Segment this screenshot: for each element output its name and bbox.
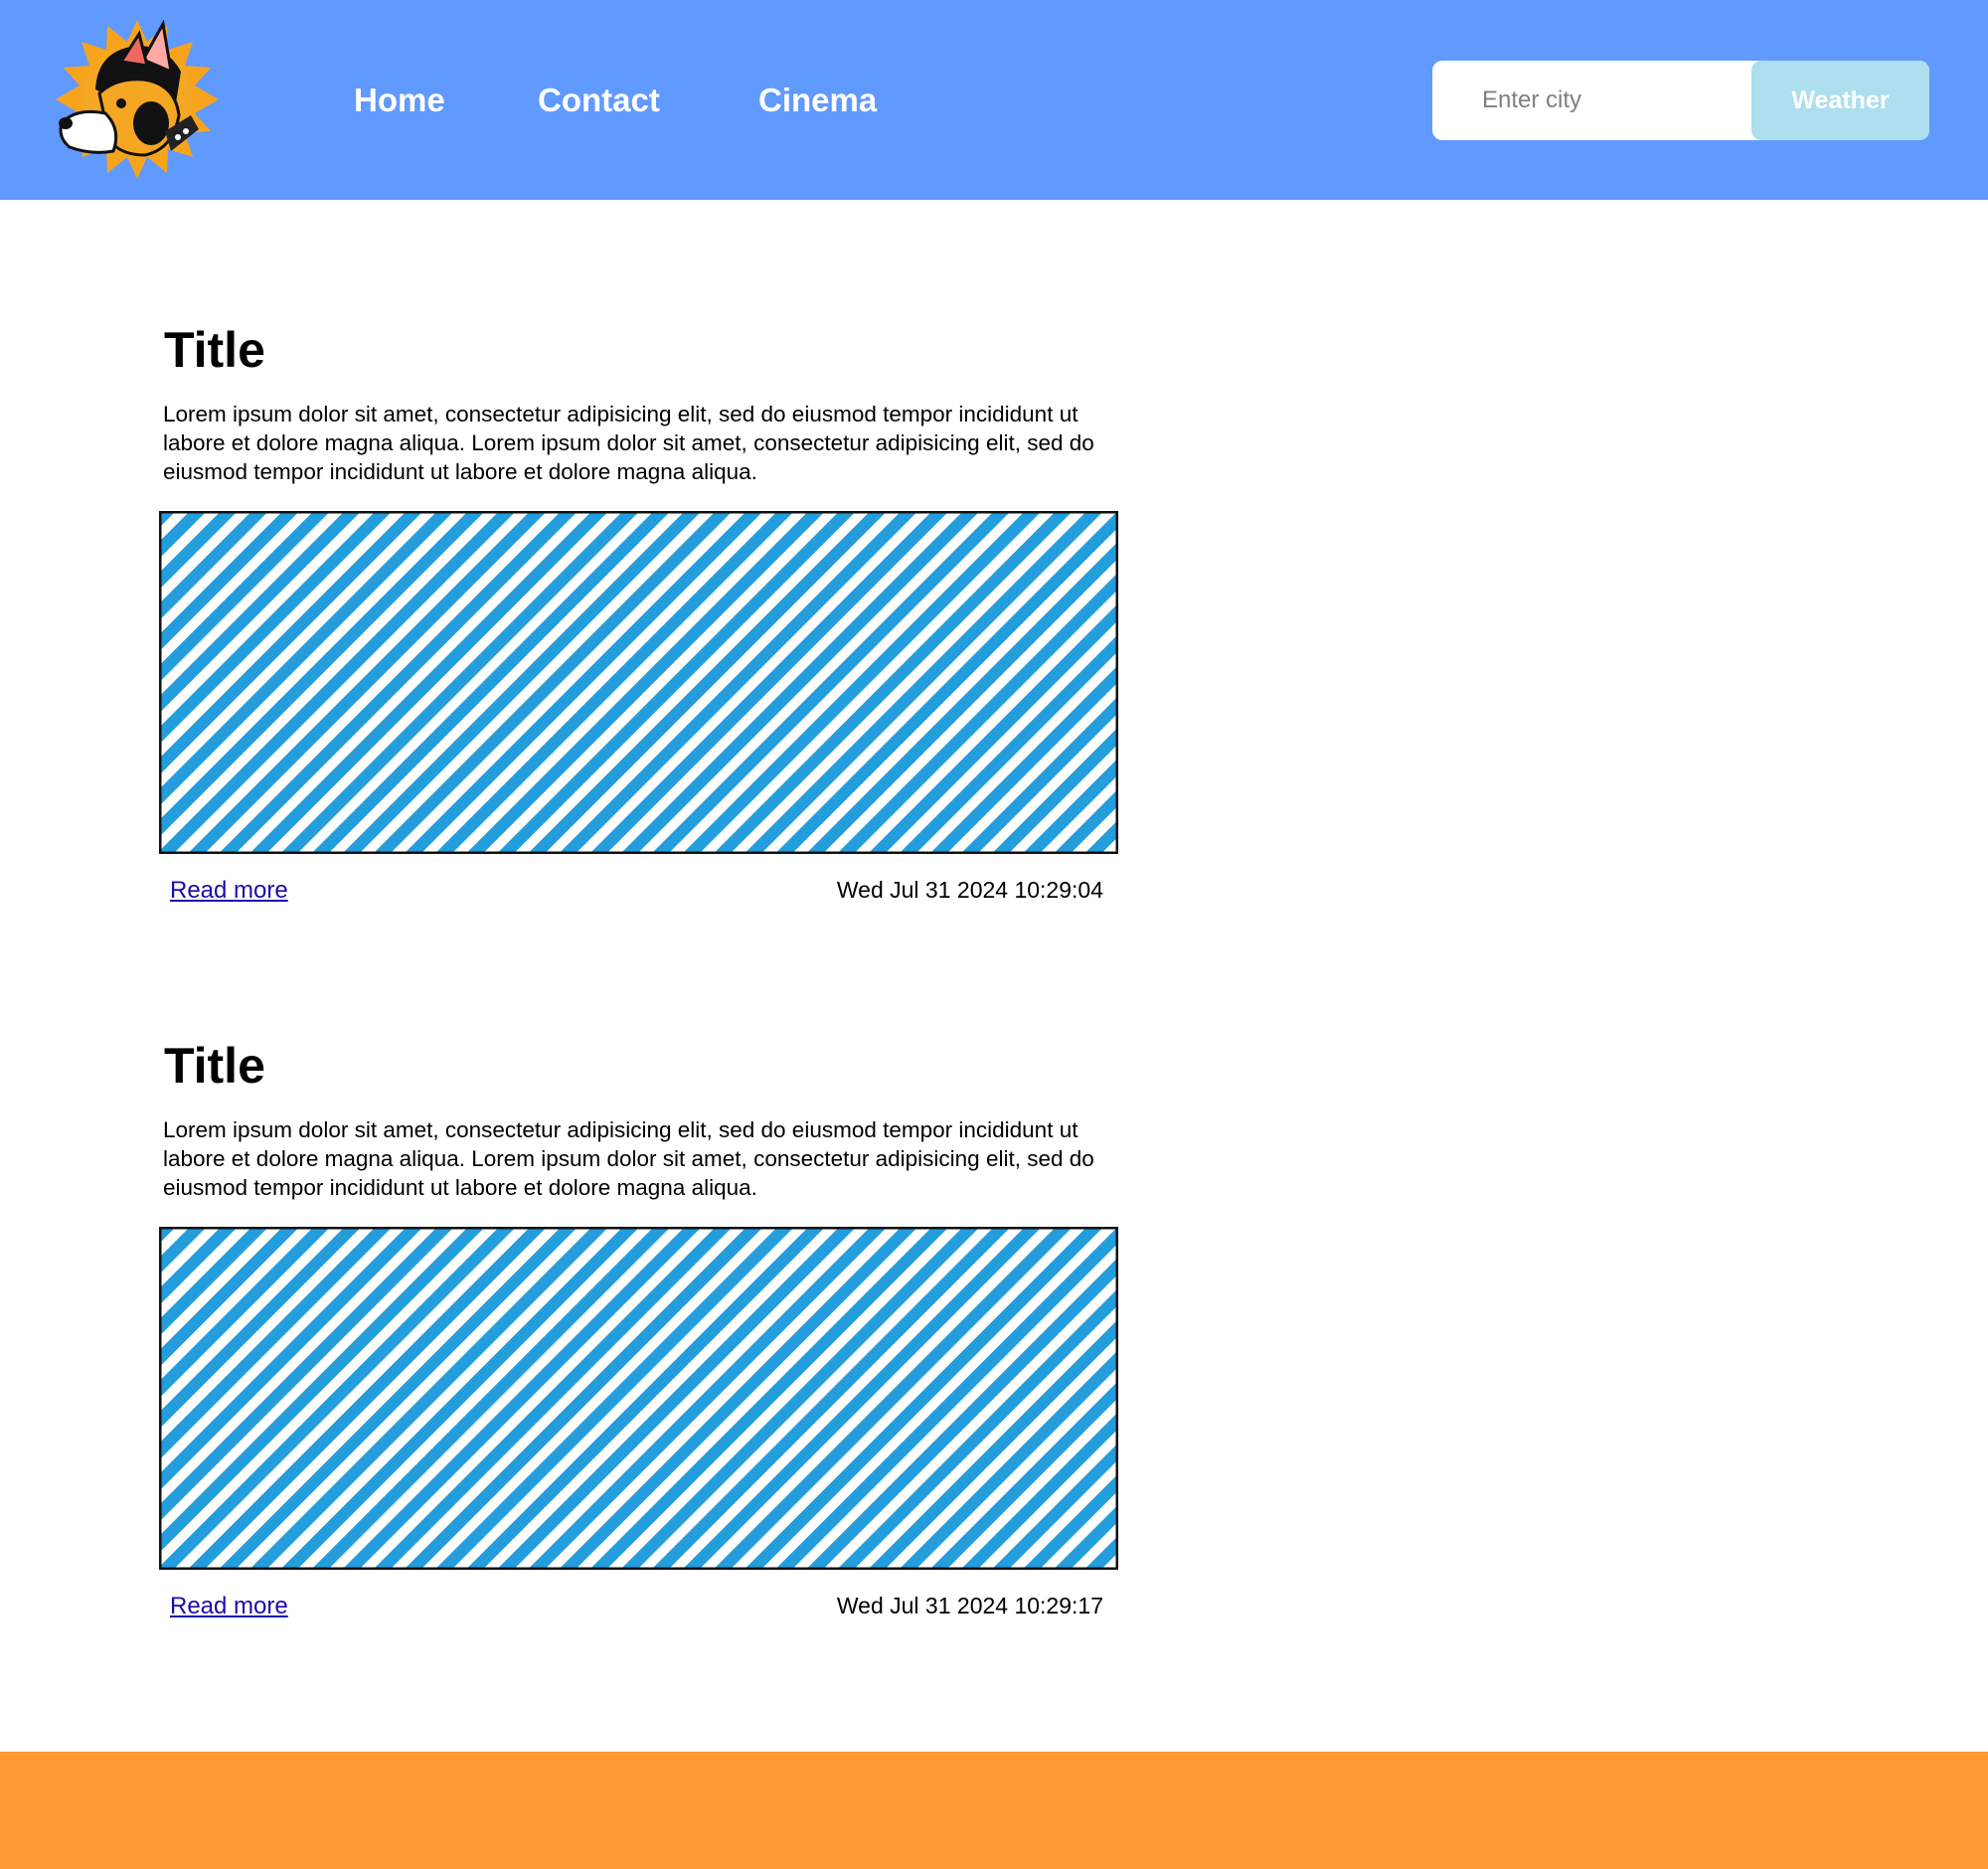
nav-home-link[interactable]: Home	[354, 82, 445, 119]
article-title: Title	[164, 322, 265, 378]
article-title: Title	[164, 1038, 265, 1094]
weather-button[interactable]: Weather	[1751, 61, 1929, 140]
site-header: Home Contact Cinema Weather	[0, 0, 1988, 200]
article-date: Wed Jul 31 2024 10:29:17	[836, 1593, 1103, 1618]
read-more-link[interactable]: Read more	[170, 877, 288, 905]
city-input[interactable]	[1432, 61, 1750, 140]
read-more-link[interactable]: Read more	[170, 1593, 288, 1620]
nav-cinema-link[interactable]: Cinema	[758, 82, 877, 119]
article-body: Lorem ipsum dolor sit amet, consectetur …	[163, 402, 1094, 484]
striped-image-placeholder-icon	[159, 1227, 1118, 1570]
nav-contact-link[interactable]: Contact	[538, 82, 660, 119]
weather-search: Weather	[1432, 61, 1929, 140]
site-footer	[0, 1752, 1988, 1869]
striped-image-placeholder-icon	[159, 511, 1118, 854]
article-body: Lorem ipsum dolor sit amet, consectetur …	[163, 1117, 1094, 1200]
article-date: Wed Jul 31 2024 10:29:04	[836, 877, 1103, 903]
corgi-logo-icon[interactable]	[56, 19, 219, 179]
